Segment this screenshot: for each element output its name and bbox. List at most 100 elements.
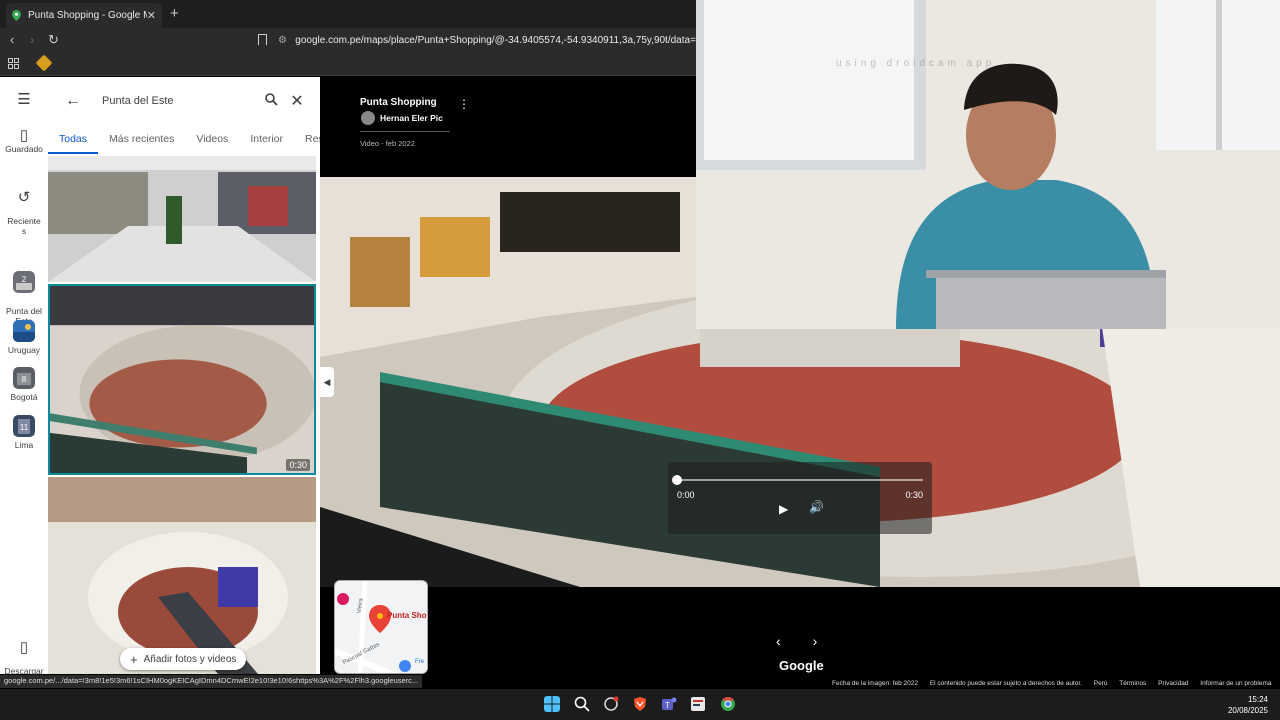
apps-grid-icon[interactable] (8, 58, 19, 69)
close-icon[interactable]: ✕ (284, 91, 310, 111)
forward-arrow-icon[interactable]: › (30, 32, 34, 47)
photo-thumbnail[interactable] (48, 156, 316, 282)
tab-all[interactable]: Todas (48, 132, 99, 154)
minimap[interactable]: Punta Sho Pascual Gattas Vieira Fre (334, 580, 428, 674)
brave-browser-icon[interactable] (632, 696, 648, 712)
chevron-left-icon: ◀ (323, 377, 331, 387)
rail-label: Bogotá (10, 392, 38, 402)
minimap-place-label: Punta Sho (387, 611, 427, 620)
video-controls: 0:00 0:30 ▶ 🔊 (668, 462, 932, 534)
back-arrow-icon[interactable]: ← (58, 92, 88, 110)
app-icon[interactable] (690, 696, 706, 712)
svg-text:11: 11 (20, 423, 29, 432)
author-name: Hernan Eler Pic (380, 113, 443, 123)
rail-label: Reciente s (7, 216, 41, 236)
rail-item-recent[interactable]: ↺ Reciente s (0, 183, 48, 236)
bookmark-icon: ▯ (19, 127, 29, 144)
photo-thumbnail[interactable] (48, 477, 316, 674)
place-thumbnail: 11 (13, 415, 35, 437)
total-time: 0:30 (905, 490, 923, 500)
menu-button[interactable]: ☰ (0, 91, 48, 108)
divider (360, 131, 450, 132)
add-photos-button[interactable]: + Añadir fotos y videos (120, 648, 247, 670)
search-input[interactable]: Punta del Este (88, 95, 258, 107)
progress-track[interactable] (677, 479, 923, 481)
chrome-icon[interactable] (720, 696, 736, 712)
previous-arrow-icon[interactable]: ‹ (776, 633, 781, 649)
tab-interior[interactable]: Interior (239, 132, 294, 154)
avatar (361, 111, 375, 125)
search-icon[interactable] (258, 93, 284, 109)
footer-link-privacy[interactable]: Privacidad (1158, 680, 1188, 687)
svg-text:T: T (665, 701, 670, 710)
collapse-panel-button[interactable]: ◀ (320, 367, 334, 397)
new-tab-button[interactable]: + (170, 5, 179, 22)
extension-icon[interactable] (35, 54, 53, 72)
google-logo: Google (779, 658, 824, 673)
address-bar[interactable]: ⚙ google.com.pe/maps/place/Punta+Shoppin… (278, 31, 696, 50)
tab-close-icon[interactable]: ✕ (147, 9, 156, 22)
video-thumbnail[interactable]: 0:30 (48, 284, 316, 475)
search-icon[interactable] (574, 696, 590, 712)
add-photos-label: Añadir fotos y videos (143, 653, 237, 665)
rail-item-lima[interactable]: 11 Lima (0, 415, 48, 450)
browser-toolbar: ‹ › ↻ ⚙ google.com.pe/maps/place/Punta+S… (0, 28, 696, 52)
rail-label: Guardado (5, 144, 43, 154)
video-date: Video - feb 2022 (360, 139, 415, 148)
photo-filter-tabs: Todas Más recientes Videos Interior Rest… (48, 132, 320, 154)
footer-link-terms[interactable]: Términos (1119, 680, 1146, 687)
tab-title: Punta Shopping - Google Maps (28, 10, 147, 21)
rail-item-punta-del-este[interactable]: 2 Punta del Este (0, 261, 48, 326)
media-nav: ‹ › (776, 633, 845, 649)
tab-restaurants[interactable]: Resta (294, 132, 320, 154)
browser-tabbar: Punta Shopping - Google Maps ✕ + (0, 0, 696, 28)
back-arrow-icon[interactable]: ‹ (10, 32, 14, 47)
bookmark-star-icon[interactable] (258, 34, 267, 45)
play-icon[interactable]: ▶ (779, 502, 788, 516)
viewer-header: Punta Shopping Hernan Eler Pic Video - f… (320, 77, 696, 177)
place-thumbnail (13, 320, 35, 342)
place-thumbnail: 2 (13, 271, 35, 293)
clock-date: 20/08/2025 (1227, 706, 1268, 715)
site-info-icon[interactable]: ⚙ (278, 35, 295, 46)
taskbar: T 15:24 20/08/2025 (0, 689, 1280, 720)
svg-text:8: 8 (22, 375, 27, 384)
url-text: google.com.pe/maps/place/Punta+Shopping/… (295, 35, 696, 46)
system-clock[interactable]: 15:24 20/08/2025 (1228, 694, 1268, 716)
teams-icon[interactable]: T (661, 696, 677, 712)
rail-item-saved[interactable]: ▯ Guardado (0, 127, 48, 154)
phone-icon: ▯ (19, 639, 29, 656)
reload-icon[interactable]: ↻ (48, 32, 59, 48)
tab-videos[interactable]: Videos (185, 132, 239, 154)
current-time: 0:00 (677, 490, 695, 500)
place-title[interactable]: Punta Shopping (360, 97, 437, 108)
hamburger-menu-icon: ☰ (17, 91, 31, 108)
photo-grid: 0:30 + Añadir fotos y videos (48, 156, 320, 674)
image-date: Fecha de la imagen: feb 2022 (832, 680, 919, 687)
rail-label: Lima (14, 440, 34, 450)
task-view-icon[interactable] (603, 696, 619, 712)
rail-item-uruguay[interactable]: Uruguay (0, 320, 48, 355)
next-arrow-icon[interactable]: › (813, 633, 818, 649)
windows-start-icon[interactable] (544, 696, 560, 712)
progress-handle[interactable] (672, 475, 682, 485)
copyright-note: El contenido puede estar sujeto a derech… (929, 680, 1082, 687)
plus-icon: + (130, 651, 138, 667)
footer-link-country[interactable]: Perú (1094, 680, 1108, 687)
browser-tab[interactable]: Punta Shopping - Google Maps ✕ (6, 3, 162, 28)
maps-side-rail: ☰ ▯ Guardado ↺ Reciente s 2 Punta del Es… (0, 77, 48, 686)
rail-label: Uruguay (7, 345, 41, 355)
maps-pin-icon (12, 10, 21, 21)
volume-icon[interactable]: 🔊 (809, 500, 824, 514)
webcam-watermark: using droidcam app (836, 58, 996, 69)
minimap-fre-label: Fre (415, 659, 424, 665)
clock-time: 15:24 (1247, 695, 1268, 704)
footer-link-report[interactable]: Informar de un problema (1200, 680, 1271, 687)
tab-recent[interactable]: Más recientes (98, 132, 185, 154)
search-box[interactable]: ← Punta del Este ✕ (58, 87, 310, 115)
more-options-icon[interactable]: ⋮ (458, 97, 470, 111)
author-link[interactable]: Hernan Eler Pic (361, 111, 443, 125)
place-thumbnail: 8 (13, 367, 35, 389)
rail-item-bogota[interactable]: 8 Bogotá (0, 367, 48, 402)
webcam-overlay (696, 0, 1280, 329)
